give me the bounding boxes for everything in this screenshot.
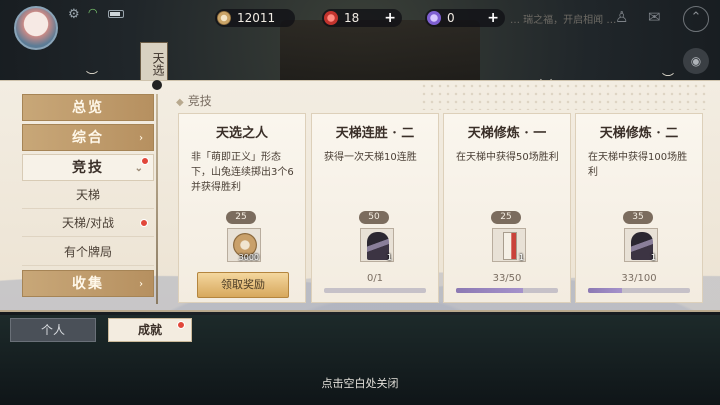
nav-subitem-ladder-battle[interactable]: 天梯/对战 [22, 210, 154, 237]
progress-fill [588, 288, 622, 293]
character-reward-icon [367, 232, 389, 260]
chevron-right-icon: › [139, 133, 145, 144]
reward-item[interactable]: 3000 [227, 228, 261, 262]
ticket-value: 18 [344, 11, 360, 25]
progress-fill [456, 288, 524, 293]
card-title: 天选之人 [215, 126, 268, 141]
progress-text: 33/50 [492, 273, 522, 284]
add-ticket-icon[interactable]: + [384, 9, 396, 27]
chevron-right-icon: › [139, 279, 145, 290]
coin-counter[interactable]: 12011 [215, 9, 295, 27]
tab-label: 个人 [40, 323, 65, 337]
reward-item[interactable]: 1 [360, 228, 394, 262]
card-description: 非「萌即正义」形态下，山兔连续掷出3个6并获得胜利 [191, 152, 294, 193]
progress-bar [456, 288, 558, 293]
wifi-icon: ◠ [88, 6, 98, 19]
collapse-icon[interactable]: ⌃ [683, 6, 709, 32]
tab-label: 成就 [137, 323, 162, 337]
achievement-card: 天选之人 非「萌即正义」形态下，山兔连续掷出3个6并获得胜利 25 3000 领… [178, 113, 306, 303]
card-description: 在天梯中获得50场胜利 [456, 152, 559, 163]
progress-bar [324, 288, 426, 293]
reward-item[interactable]: 1 [624, 228, 658, 262]
achievement-card: 天梯连胜 · 二 获得一次天梯10连胜 50 1 0/1 [311, 113, 439, 303]
card-description: 获得一次天梯10连胜 [324, 152, 417, 163]
gear-icon[interactable]: ⚙ [68, 7, 80, 22]
nav-item-general[interactable]: 综合 › [22, 124, 154, 151]
category-nav: 总览 综合 › 竞技 ⌄ 天梯 天梯/对战 有个牌局 收集 › [22, 94, 156, 300]
card-description: 在天梯中获得100场胜利 [588, 152, 688, 178]
scroll-reward-icon [503, 232, 517, 260]
player-avatar[interactable] [14, 6, 58, 50]
battery-icon [108, 10, 124, 18]
reward-points-badge: 50 [359, 211, 389, 224]
coin-value: 12011 [237, 11, 276, 25]
tab-achievement[interactable]: 成就 [108, 318, 192, 342]
nav-label: 天梯/对战 [61, 216, 115, 230]
scrolling-announcement: … 瑞之福，开启相闻 … [510, 15, 617, 26]
jade-counter[interactable]: 0 + [425, 9, 505, 27]
reward-item[interactable]: 1 [492, 228, 526, 262]
nav-label: 综合 [72, 130, 104, 146]
nav-item-collection[interactable]: 收集 › [22, 270, 154, 297]
hanging-sign: 天选 [140, 42, 168, 82]
nav-subitem-ladder[interactable]: 天梯 [22, 182, 154, 209]
scroll-knob [152, 80, 162, 90]
card-title: 天梯修炼 · 二 [599, 126, 679, 141]
progress-text: 33/100 [621, 273, 657, 284]
reward-quantity: 1 [650, 253, 656, 262]
section-title: ◆ 竞技 [176, 92, 212, 109]
jade-value: 0 [447, 11, 455, 25]
panel-pattern-decoration [420, 82, 710, 110]
achievement-card: 天梯修炼 · 二 在天梯中获得100场胜利 35 1 33/100 [575, 113, 703, 303]
card-title: 天梯修炼 · 一 [467, 126, 547, 141]
diamond-icon: ◆ [176, 97, 184, 108]
nav-subitem-card-game[interactable]: 有个牌局 [22, 239, 154, 266]
notification-dot [141, 157, 149, 165]
nav-label: 有个牌局 [63, 245, 112, 259]
ticket-counter[interactable]: 18 + [322, 9, 402, 27]
nav-label: 收集 [72, 276, 104, 292]
nav-label: 天梯 [75, 188, 100, 202]
character-reward-icon [631, 232, 653, 260]
reward-quantity: 3000 [238, 253, 259, 262]
reward-points-badge: 25 [226, 211, 256, 224]
card-title: 天梯连胜 · 二 [335, 126, 415, 141]
reward-quantity: 1 [386, 253, 392, 262]
section-title-text: 竞技 [187, 94, 212, 108]
tab-personal[interactable]: 个人 [10, 318, 96, 342]
notification-dot [140, 219, 148, 227]
nav-label: 总览 [72, 100, 104, 116]
reward-points-badge: 25 [491, 211, 521, 224]
achievement-card: 天梯修炼 · 一 在天梯中获得50场胜利 25 1 33/50 [443, 113, 571, 303]
camera-icon[interactable]: ◉ [683, 48, 709, 74]
close-hint[interactable]: 点击空白处关闭 [0, 375, 720, 391]
nav-label: 竞技 [72, 160, 104, 176]
progress-bar [588, 288, 690, 293]
nav-item-overview[interactable]: 总览 [22, 94, 154, 121]
nav-divider [156, 94, 158, 304]
notification-dot [177, 321, 185, 329]
bag-icon[interactable]: ♙ [615, 8, 628, 26]
nav-item-competitive[interactable]: 竞技 ⌄ [22, 154, 154, 181]
claim-reward-button[interactable]: 领取奖励 [197, 272, 289, 298]
reward-points-badge: 35 [623, 211, 653, 224]
reward-quantity: 1 [518, 253, 524, 262]
jade-icon [427, 11, 441, 25]
add-jade-icon[interactable]: + [487, 9, 499, 27]
mail-icon[interactable]: ✉ [648, 8, 661, 26]
coin-icon [217, 11, 231, 25]
progress-text: 0/1 [366, 273, 384, 284]
ticket-icon [324, 11, 338, 25]
